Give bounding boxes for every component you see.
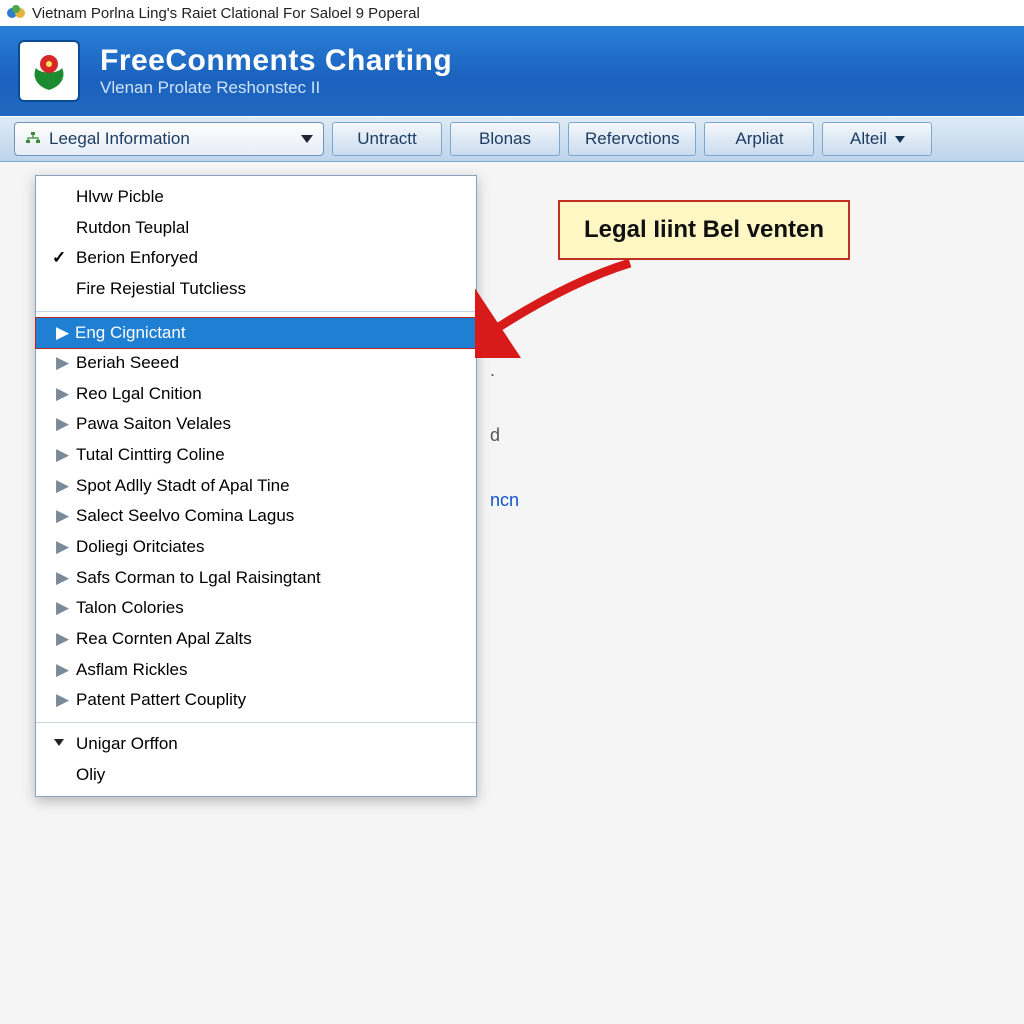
triangle-right-icon: ▶ bbox=[56, 566, 69, 591]
menu-item-expandable[interactable]: Unigar Orffon bbox=[36, 729, 476, 760]
menu-item-selected[interactable]: ▶ Eng Cignictant bbox=[35, 317, 477, 350]
tab-arpliat[interactable]: Arpliat bbox=[704, 122, 814, 156]
check-icon: ✓ bbox=[52, 246, 66, 271]
triangle-right-icon: ▶ bbox=[56, 443, 69, 468]
legal-information-menu: Hlvw Picble Rutdon Teuplal ✓ Berion Enfo… bbox=[35, 175, 477, 797]
triangle-right-icon: ▶ bbox=[56, 382, 69, 407]
triangle-right-icon: ▶ bbox=[56, 412, 69, 437]
triangle-right-icon: ▶ bbox=[56, 351, 69, 376]
menu-item[interactable]: ▶ Safs Corman to Lgal Raisingtant bbox=[36, 563, 476, 594]
menu-item[interactable]: ▶ Reo Lgal Cnition bbox=[36, 379, 476, 410]
arrow-annotation bbox=[475, 258, 645, 358]
tab-alteil[interactable]: Alteil bbox=[822, 122, 932, 156]
app-header: FreeConments Charting Vlenan Prolate Res… bbox=[0, 26, 1024, 116]
menu-item[interactable]: ▶ Asflam Rickles bbox=[36, 655, 476, 686]
menu-item[interactable]: Oliy bbox=[36, 760, 476, 791]
menu-item[interactable]: ▶ Beriah Seeed bbox=[36, 348, 476, 379]
menu-item[interactable]: ▶ Doliegi Oritciates bbox=[36, 532, 476, 563]
menu-item[interactable]: ▶ Salect Seelvo Comina Lagus bbox=[36, 501, 476, 532]
chevron-down-icon bbox=[895, 136, 905, 143]
menu-item[interactable]: ▶ Spot Adlly Stadt of Apal Tine bbox=[36, 471, 476, 502]
instruction-callout: Legal Iiint Bel venten bbox=[558, 200, 850, 260]
triangle-right-icon: ▶ bbox=[56, 535, 69, 560]
sitemap-icon bbox=[25, 131, 41, 147]
menu-group-2: ▶ Eng Cignictant ▶ Beriah Seeed ▶ Reo Lg… bbox=[36, 311, 476, 722]
triangle-right-icon: ▶ bbox=[56, 658, 69, 683]
menu-item[interactable]: ▶ Pawa Saiton Velales bbox=[36, 409, 476, 440]
menu-item[interactable]: Rutdon Teuplal bbox=[36, 213, 476, 244]
window-titlebar: Vietnam Porlna Ling's Raiet Clational Fo… bbox=[0, 0, 1024, 26]
background-link[interactable]: ncn bbox=[490, 490, 519, 511]
triangle-right-icon: ▶ bbox=[56, 627, 69, 652]
tab-blonas[interactable]: Blonas bbox=[450, 122, 560, 156]
triangle-right-icon: ▶ bbox=[56, 321, 69, 346]
chevron-down-icon bbox=[54, 739, 64, 746]
menu-item-checked[interactable]: ✓ Berion Enforyed bbox=[36, 243, 476, 274]
triangle-right-icon: ▶ bbox=[56, 596, 69, 621]
app-title: FreeConments Charting bbox=[100, 44, 452, 78]
menu-item[interactable]: ▶ Rea Cornten Apal Zalts bbox=[36, 624, 476, 655]
app-subtitle: Vlenan Prolate Reshonstec II bbox=[100, 78, 452, 98]
tab-refervctions[interactable]: Refervctions bbox=[568, 122, 696, 156]
tab-untractt[interactable]: Untractt bbox=[332, 122, 442, 156]
menu-item[interactable]: ▶ Patent Pattert Couplity bbox=[36, 685, 476, 716]
window-title: Vietnam Porlna Ling's Raiet Clational Fo… bbox=[32, 5, 420, 22]
legal-information-dropdown[interactable]: Leegal Information bbox=[14, 122, 324, 156]
menu-group-1: Hlvw Picble Rutdon Teuplal ✓ Berion Enfo… bbox=[36, 176, 476, 311]
menu-item[interactable]: Hlvw Picble bbox=[36, 182, 476, 213]
menu-group-3: Unigar Orffon Oliy bbox=[36, 722, 476, 796]
app-small-icon bbox=[6, 3, 26, 23]
main-toolbar: Leegal Information Untractt Blonas Refer… bbox=[0, 116, 1024, 162]
background-content: . d ncn bbox=[490, 360, 519, 555]
menu-item[interactable]: Fire Rejestial Tutcliess bbox=[36, 274, 476, 305]
menu-item[interactable]: ▶ Talon Colories bbox=[36, 593, 476, 624]
triangle-right-icon: ▶ bbox=[56, 504, 69, 529]
triangle-right-icon: ▶ bbox=[56, 474, 69, 499]
menu-item[interactable]: ▶ Tutal Cinttirg Coline bbox=[36, 440, 476, 471]
dropdown-label: Leegal Information bbox=[49, 129, 190, 149]
triangle-right-icon: ▶ bbox=[56, 688, 69, 713]
app-logo bbox=[18, 40, 80, 102]
chevron-down-icon bbox=[301, 135, 313, 143]
